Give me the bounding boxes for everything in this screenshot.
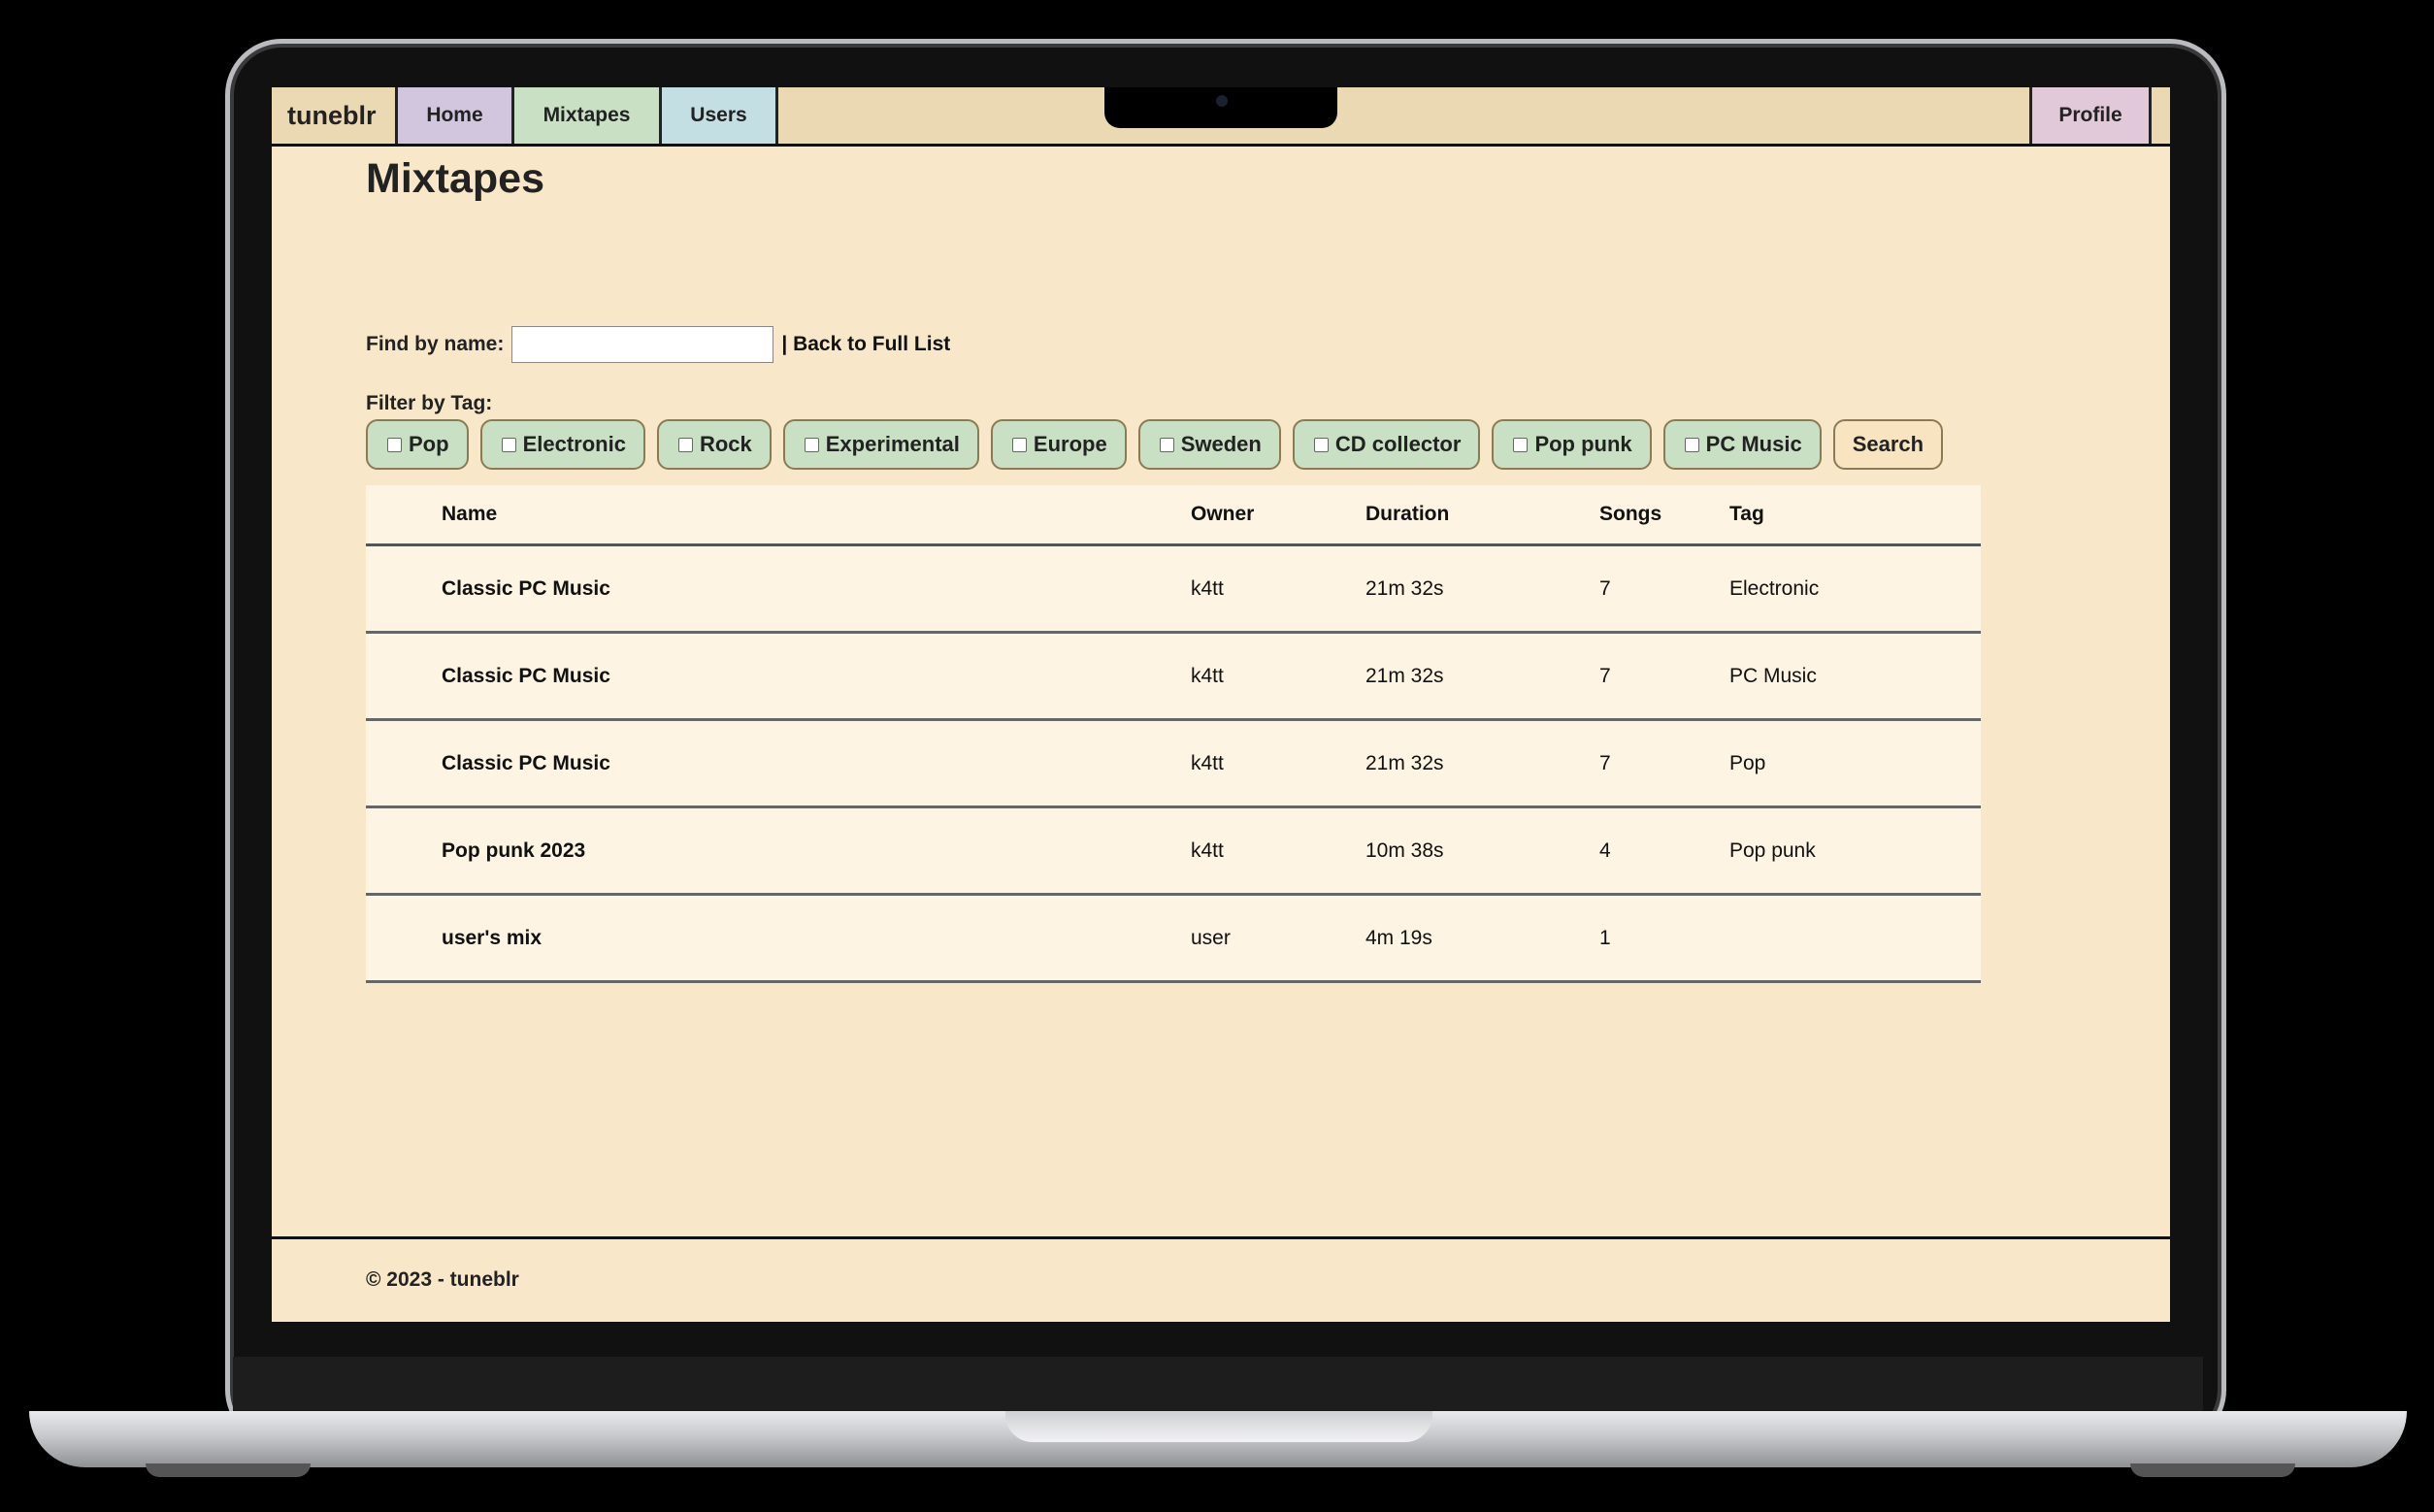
checkbox-icon[interactable] [1159, 437, 1174, 452]
header-spacer [366, 485, 442, 546]
back-to-full-list-link[interactable]: | Back to Full List [781, 333, 950, 356]
cell-tag: Pop punk [1729, 806, 1981, 896]
browser-screen: tuneblr Home Mixtapes Users Profile Mixt… [272, 87, 2170, 1322]
checkbox-icon[interactable] [1513, 437, 1529, 452]
tag-filter-cd-collector[interactable]: CD collector [1292, 419, 1481, 470]
nav-mixtapes[interactable]: Mixtapes [514, 87, 662, 144]
cell-owner: k4tt [1191, 719, 1365, 808]
cell-owner: k4tt [1191, 632, 1365, 721]
page-footer: © 2023 - tuneblr [272, 1236, 2170, 1322]
camera-notch [1104, 87, 1337, 128]
cell-songs: 7 [1599, 544, 1729, 634]
cell-duration: 10m 38s [1365, 806, 1599, 896]
row-spacer [366, 894, 442, 983]
cell-name[interactable]: Pop punk 2023 [442, 806, 1191, 896]
table-header-row: Name Owner Duration Songs Tag [366, 485, 1981, 546]
checkbox-icon[interactable] [501, 437, 516, 452]
row-spacer [366, 632, 442, 721]
cell-name[interactable]: Classic PC Music [442, 544, 1191, 634]
page-title: Mixtapes [366, 155, 545, 202]
nav-users[interactable]: Users [662, 87, 778, 144]
tag-filter-sweden[interactable]: Sweden [1137, 419, 1281, 470]
checkbox-icon[interactable] [804, 437, 819, 452]
cell-owner: user [1191, 894, 1365, 983]
cell-tag: PC Music [1729, 632, 1981, 721]
tag-filter-pop[interactable]: Pop [366, 419, 469, 470]
cell-songs: 1 [1599, 894, 1729, 983]
table-row[interactable]: Classic PC Music k4tt 21m 32s 7 Pop [366, 719, 1981, 808]
cell-tag: Electronic [1729, 544, 1981, 634]
cell-songs: 4 [1599, 806, 1729, 896]
search-button[interactable]: Search [1832, 419, 1944, 470]
mixtapes-table: Name Owner Duration Songs Tag Classic PC… [366, 485, 1981, 983]
cell-duration: 4m 19s [1365, 894, 1599, 983]
cell-duration: 21m 32s [1365, 632, 1599, 721]
tag-filter-europe[interactable]: Europe [990, 419, 1127, 470]
laptop-foot-right [2130, 1463, 2295, 1477]
tag-label: Rock [699, 432, 752, 456]
tag-filter-rock[interactable]: Rock [656, 419, 772, 470]
cell-name[interactable]: user's mix [442, 894, 1191, 983]
table-row[interactable]: Classic PC Music k4tt 21m 32s 7 PC Music [366, 632, 1981, 721]
header-name: Name [442, 485, 1191, 546]
cell-tag: Pop [1729, 719, 1981, 808]
row-spacer [366, 806, 442, 896]
tag-filter-pop-punk[interactable]: Pop punk [1492, 419, 1652, 470]
nav-home[interactable]: Home [398, 87, 514, 144]
cell-owner: k4tt [1191, 806, 1365, 896]
camera-icon [1216, 95, 1228, 107]
cell-duration: 21m 32s [1365, 719, 1599, 808]
header-tag: Tag [1729, 485, 1981, 546]
header-duration: Duration [1365, 485, 1599, 546]
checkbox-icon[interactable] [1684, 437, 1699, 452]
tag-filter-electronic[interactable]: Electronic [479, 419, 645, 470]
tag-label: Europe [1033, 432, 1107, 456]
cell-duration: 21m 32s [1365, 544, 1599, 634]
tag-label: Electronic [522, 432, 626, 456]
row-spacer [366, 544, 442, 634]
row-spacer [366, 719, 442, 808]
footer-copyright: © 2023 - tuneblr [366, 1268, 519, 1291]
table-row[interactable]: Classic PC Music k4tt 21m 32s 7 Electronic [366, 544, 1981, 634]
checkbox-icon[interactable] [1011, 437, 1027, 452]
cell-songs: 7 [1599, 632, 1729, 721]
cell-songs: 7 [1599, 719, 1729, 808]
laptop-open-groove [1005, 1411, 1432, 1442]
checkbox-icon[interactable] [677, 437, 693, 452]
cell-name[interactable]: Classic PC Music [442, 632, 1191, 721]
tag-filter-experimental[interactable]: Experimental [782, 419, 979, 470]
checkbox-icon[interactable] [387, 437, 402, 452]
brand-logo[interactable]: tuneblr [272, 87, 398, 144]
header-songs: Songs [1599, 485, 1729, 546]
tag-label: Sweden [1180, 432, 1262, 456]
tag-label: Pop punk [1534, 432, 1632, 456]
table-row[interactable]: user's mix user 4m 19s 1 [366, 894, 1981, 983]
table-row[interactable]: Pop punk 2023 k4tt 10m 38s 4 Pop punk [366, 806, 1981, 896]
cell-owner: k4tt [1191, 544, 1365, 634]
find-label: Find by name: [366, 333, 505, 355]
tag-filter-bar: Pop Electronic Rock Experimental Europe Swede… [366, 419, 1955, 470]
laptop-bezel [233, 1357, 2203, 1411]
tag-label: CD collector [1334, 432, 1462, 456]
laptop-foot-left [146, 1463, 311, 1477]
tag-filter-pc-music[interactable]: PC Music [1662, 419, 1822, 470]
checkbox-icon[interactable] [1313, 437, 1329, 452]
cell-name[interactable]: Classic PC Music [442, 719, 1191, 808]
filter-label: Filter by Tag: [366, 392, 493, 414]
tag-label: Pop [409, 432, 449, 456]
header-owner: Owner [1191, 485, 1365, 546]
find-by-name-row: Find by name: | Back to Full List [366, 326, 950, 363]
nav-profile[interactable]: Profile [2029, 87, 2152, 144]
tag-label: Experimental [825, 432, 960, 456]
cell-tag [1729, 894, 1981, 983]
tag-label: PC Music [1705, 432, 1802, 456]
name-search-input[interactable] [511, 326, 774, 363]
